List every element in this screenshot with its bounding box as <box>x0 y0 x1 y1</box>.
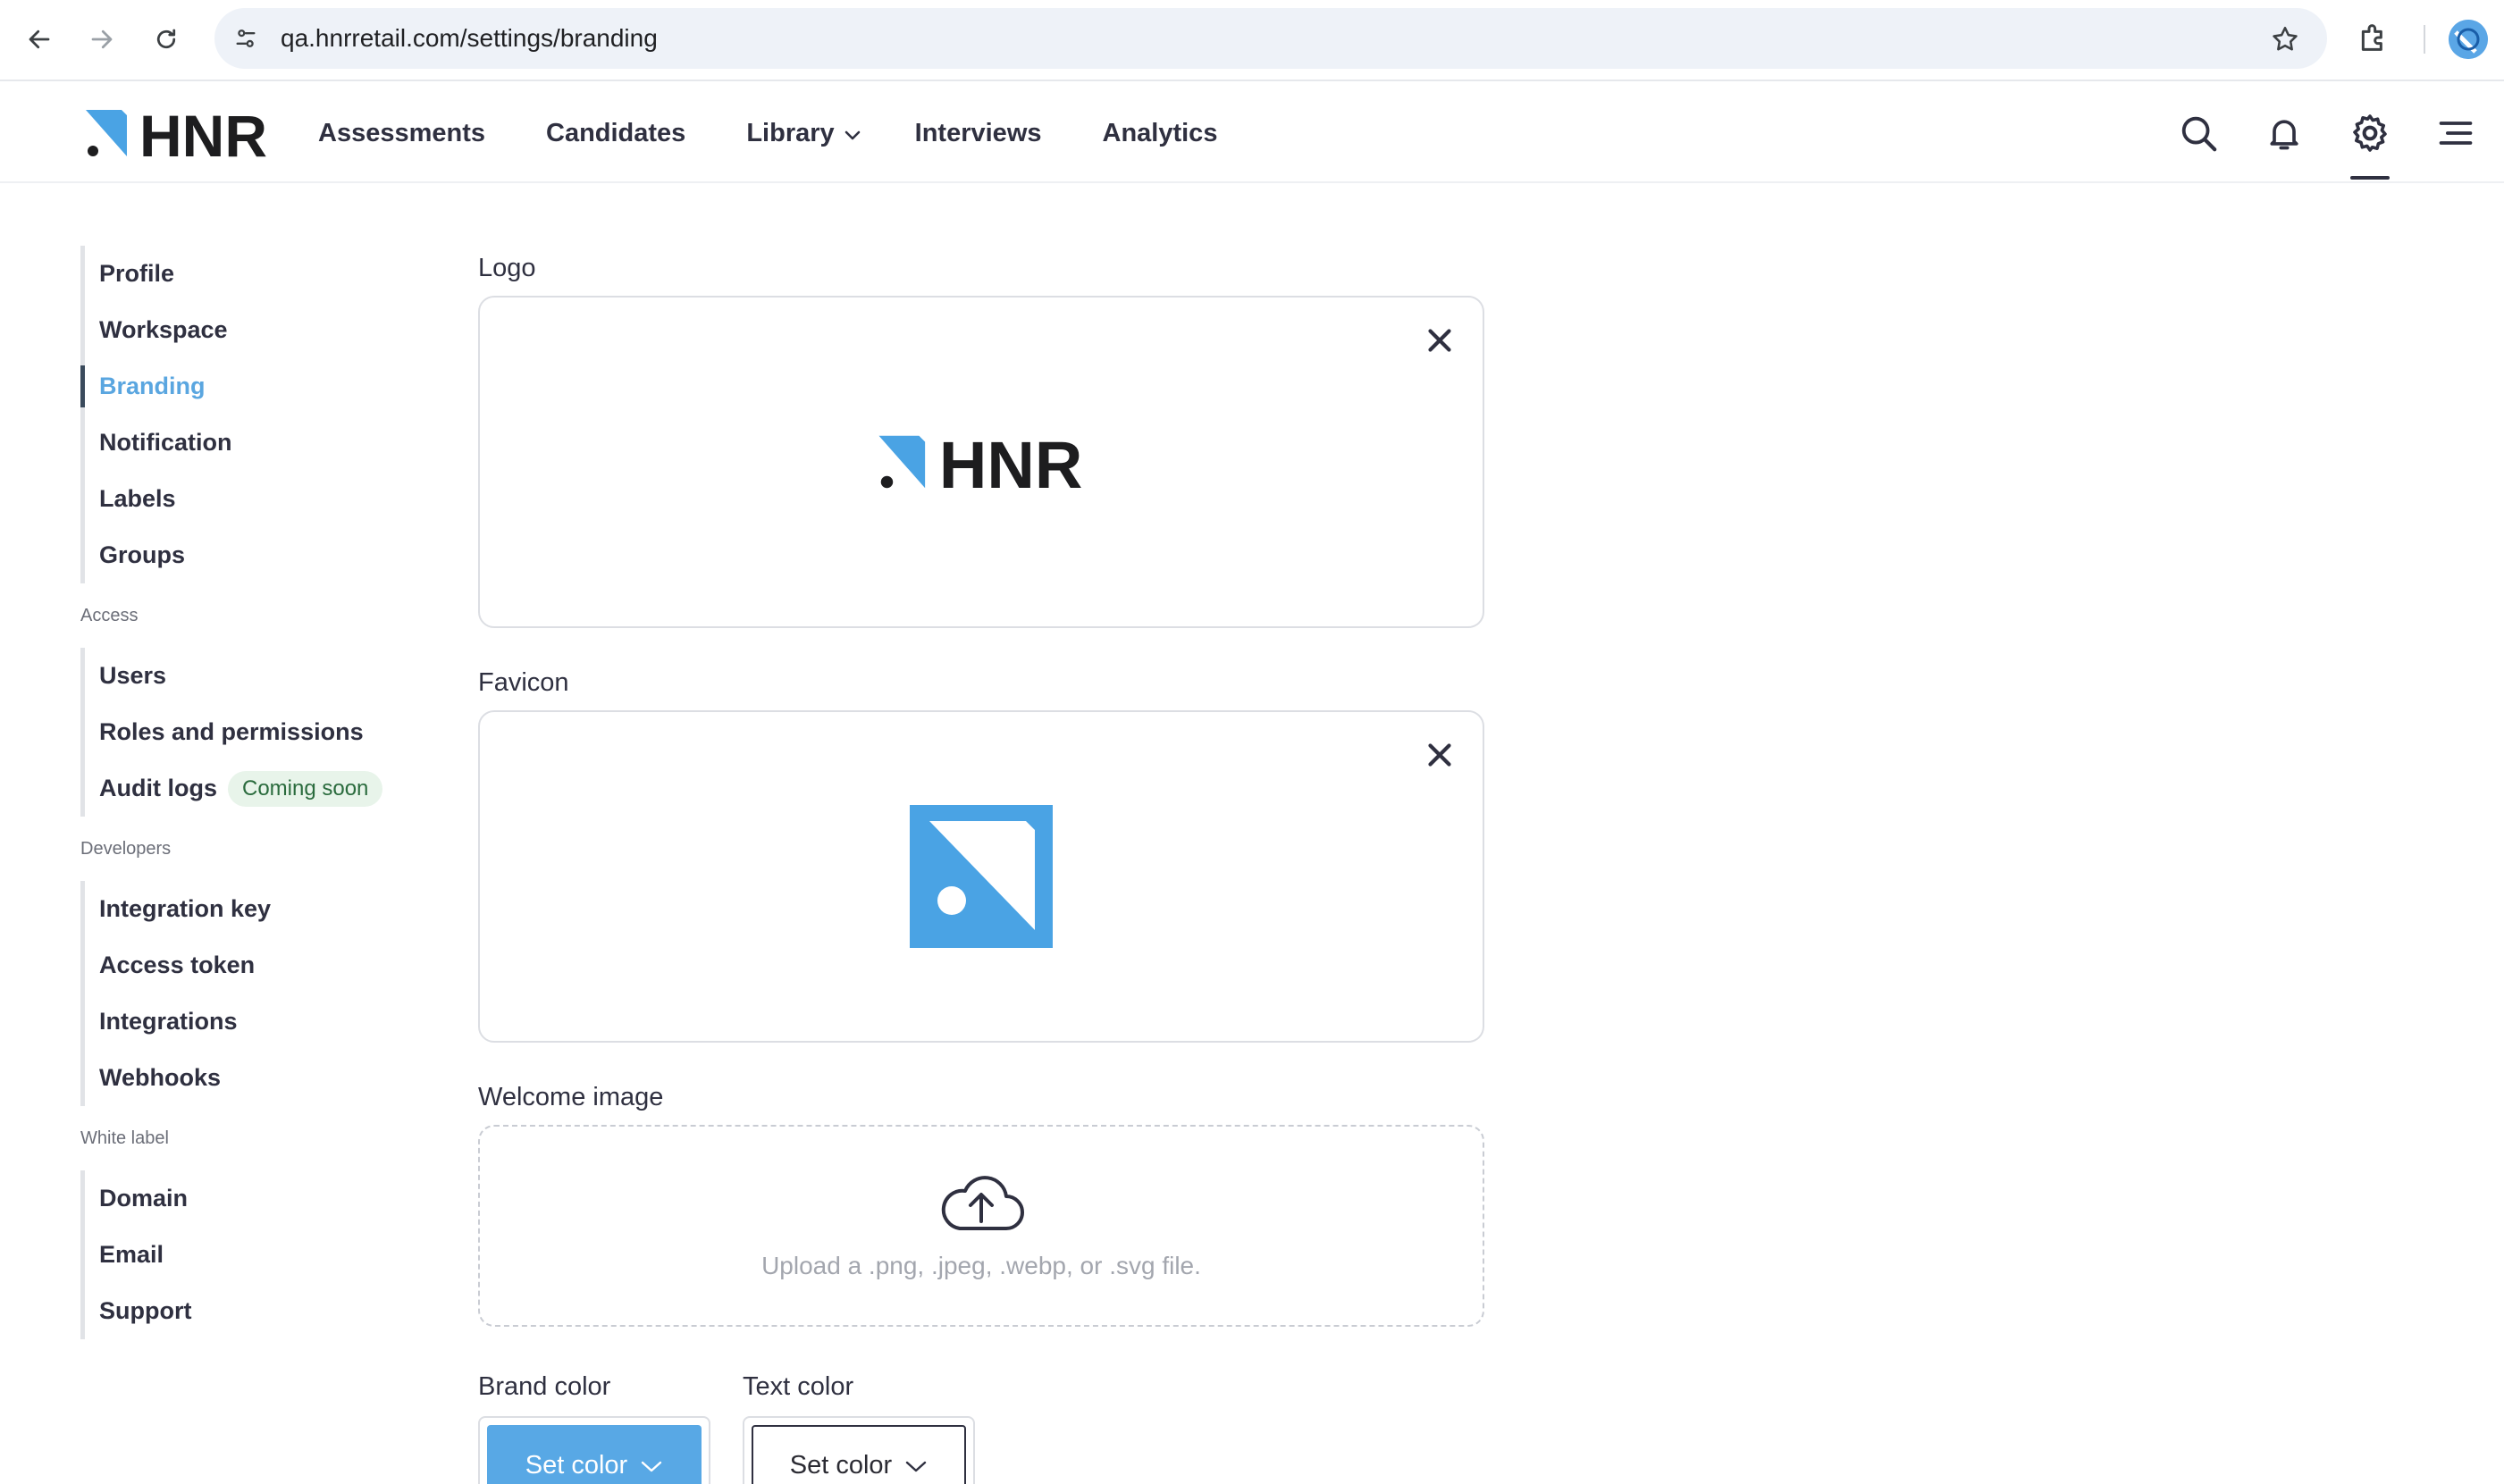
sidebar-item-users[interactable]: Users <box>85 648 420 704</box>
settings-sidebar: Profile Workspace Branding Notification … <box>80 246 420 1339</box>
nav-library-label: Library <box>746 118 835 147</box>
sidebar-item-profile[interactable]: Profile <box>85 246 420 302</box>
url-text[interactable]: qa.hnrretail.com/settings/branding <box>281 8 658 69</box>
welcome-image-label: Welcome image <box>478 1083 664 1111</box>
favicon-preview-image <box>910 805 1053 948</box>
brand-color-label: Brand color <box>478 1372 611 1401</box>
sidebar-group-general: Profile Workspace Branding Notification … <box>80 246 420 583</box>
forward-icon[interactable] <box>82 20 122 59</box>
site-settings-icon[interactable] <box>231 23 261 54</box>
bell-icon[interactable] <box>2259 108 2309 158</box>
reload-icon[interactable] <box>147 20 186 59</box>
gear-icon[interactable] <box>2345 108 2395 158</box>
sidebar-item-groups[interactable]: Groups <box>85 527 420 583</box>
sidebar-item-label: Audit logs <box>99 775 217 801</box>
brand-color-button[interactable]: Set color <box>487 1425 702 1484</box>
toolbar-divider <box>2424 25 2425 54</box>
favicon-upload-box[interactable] <box>478 710 1484 1043</box>
sidebar-item-audit-logs[interactable]: Audit logs Coming soon <box>85 760 420 817</box>
upload-hint: Upload a .png, .jpeg, .webp, or .svg fil… <box>761 1252 1201 1279</box>
sidebar-item-email[interactable]: Email <box>85 1227 420 1283</box>
close-icon[interactable] <box>1424 324 1456 356</box>
text-color-button[interactable]: Set color <box>752 1425 966 1484</box>
brand-color-frame: Set color <box>478 1416 710 1484</box>
sidebar-item-workspace[interactable]: Workspace <box>85 302 420 358</box>
text-color-label: Text color <box>743 1372 854 1401</box>
text-color-frame: Set color <box>743 1416 975 1484</box>
bookmark-star-icon[interactable] <box>2270 24 2300 54</box>
sidebar-section-white-label: White label <box>80 1128 169 1148</box>
profile-avatar-icon[interactable] <box>2449 20 2488 59</box>
nav-interviews[interactable]: Interviews <box>915 119 1042 148</box>
logo-preview-text: HNR <box>939 430 1083 494</box>
brand-color-button-label: Set color <box>525 1450 628 1480</box>
nav-assessments[interactable]: Assessments <box>318 119 485 148</box>
sidebar-item-domain[interactable]: Domain <box>85 1170 420 1227</box>
logo-upload-box[interactable]: HNR <box>478 296 1484 628</box>
main-nav: Assessments Candidates Library Interview… <box>318 83 1278 183</box>
sidebar-item-webhooks[interactable]: Webhooks <box>85 1050 420 1106</box>
logo-preview-image: HNR <box>878 430 1083 494</box>
back-icon[interactable] <box>20 20 59 59</box>
search-icon[interactable] <box>2173 108 2223 158</box>
active-settings-indicator <box>2350 176 2390 180</box>
text-color-button-label: Set color <box>789 1450 893 1480</box>
app-header: HNR Assessments Candidates Library Inter… <box>0 83 2504 183</box>
address-bar[interactable]: qa.hnrretail.com/settings/branding <box>214 8 2327 69</box>
close-icon[interactable] <box>1424 739 1456 771</box>
menu-icon[interactable] <box>2431 108 2481 158</box>
favicon-label: Favicon <box>478 668 569 697</box>
sidebar-item-labels[interactable]: Labels <box>85 471 420 527</box>
sidebar-section-access: Access <box>80 606 139 625</box>
logo-text: HNR <box>139 105 267 162</box>
sidebar-section-developers: Developers <box>80 839 172 859</box>
sidebar-group-access: Users Roles and permissions Audit logs C… <box>80 648 420 817</box>
chevron-down-icon <box>640 1451 663 1480</box>
chevron-down-icon <box>844 119 861 148</box>
color-settings: Brand color Set color Text color Set col… <box>478 1364 1488 1484</box>
brand-color-field: Brand color Set color <box>478 1364 710 1484</box>
sidebar-item-branding[interactable]: Branding <box>80 358 420 415</box>
sidebar-item-integrations[interactable]: Integrations <box>85 994 420 1050</box>
extensions-icon[interactable] <box>2356 20 2395 59</box>
sidebar-group-developers: Integration key Access token Integration… <box>80 881 420 1106</box>
nav-library[interactable]: Library <box>746 119 861 148</box>
text-color-field: Text color Set color <box>743 1364 975 1484</box>
sidebar-item-roles[interactable]: Roles and permissions <box>85 704 420 760</box>
welcome-image-dropzone[interactable]: Upload a .png, .jpeg, .webp, or .svg fil… <box>478 1125 1484 1327</box>
hnr-logo[interactable]: HNR <box>82 103 272 169</box>
sidebar-item-notification[interactable]: Notification <box>85 415 420 471</box>
coming-soon-badge: Coming soon <box>227 770 383 807</box>
sidebar-item-support[interactable]: Support <box>85 1283 420 1339</box>
sidebar-item-access-token[interactable]: Access token <box>85 937 420 994</box>
sidebar-group-white-label: Domain Email Support <box>80 1170 420 1339</box>
sidebar-item-integration-key[interactable]: Integration key <box>85 881 420 937</box>
cloud-upload-icon <box>941 1176 1024 1230</box>
logo-label: Logo <box>478 254 536 282</box>
nav-candidates[interactable]: Candidates <box>546 119 685 148</box>
branding-form: Logo HNR Favicon Welcome image Upload a … <box>478 246 1488 1484</box>
browser-toolbar: qa.hnrretail.com/settings/branding <box>0 0 2504 81</box>
nav-analytics[interactable]: Analytics <box>1103 119 1218 148</box>
chevron-down-icon <box>904 1451 928 1480</box>
